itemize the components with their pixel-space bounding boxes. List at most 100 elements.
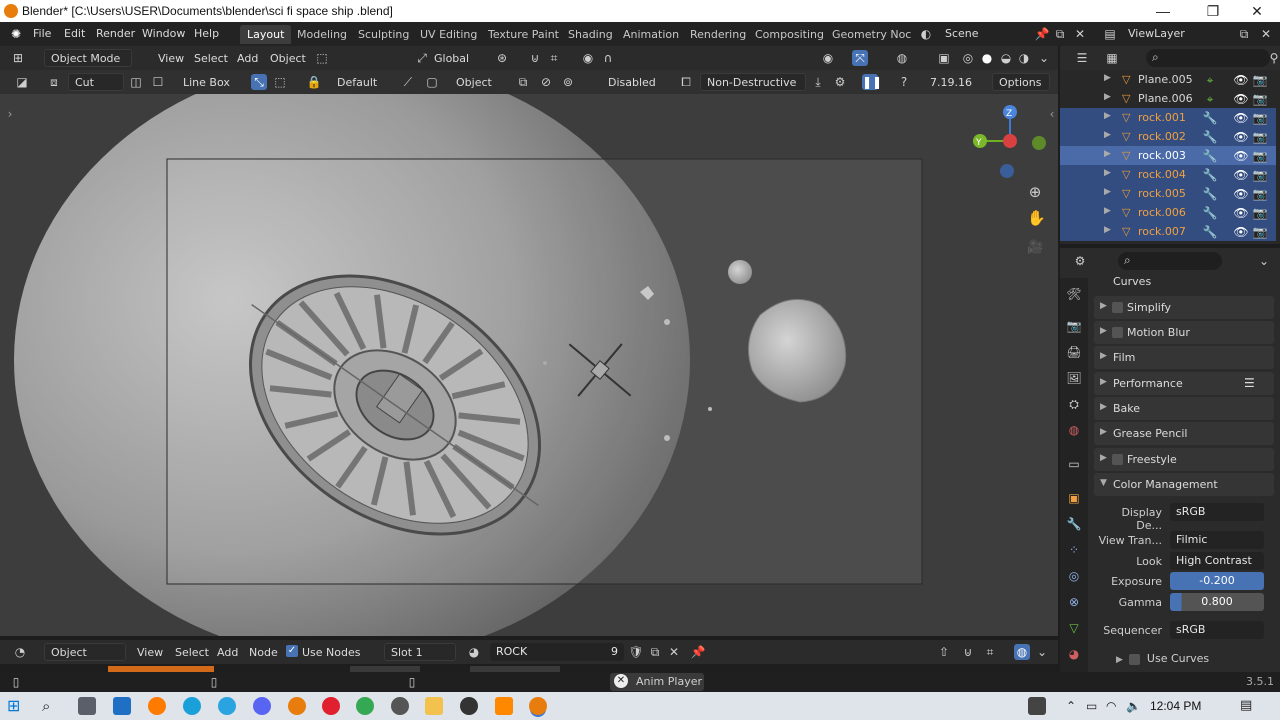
zoom-icon[interactable]: ⊕ xyxy=(1027,184,1043,200)
mask-icon[interactable]: ◫ xyxy=(128,74,144,90)
expand-arrow-icon[interactable]: ▶ xyxy=(1104,225,1111,235)
node-menu-view[interactable]: View xyxy=(137,646,163,659)
display-device-dropdown[interactable]: sRGB xyxy=(1170,503,1264,521)
close-button[interactable]: ✕ xyxy=(1234,1,1280,21)
menu-window[interactable]: Window xyxy=(142,27,185,40)
telegram-icon[interactable] xyxy=(218,697,236,715)
settings-gear-icon[interactable]: ⚙ xyxy=(832,74,848,90)
visibility-eye-icon[interactable]: 👁 xyxy=(1233,186,1249,202)
scene-selector[interactable]: Scene xyxy=(945,27,979,40)
scene-tab-icon[interactable]: ⛭ xyxy=(1066,396,1082,412)
array-icon[interactable]: ⧉ xyxy=(515,74,531,90)
output-tab-icon[interactable]: 🖨 xyxy=(1066,344,1082,360)
chrome-icon[interactable] xyxy=(356,697,374,715)
shape-label[interactable]: Line Box xyxy=(183,76,230,89)
modifier-icon[interactable]: ⌖ xyxy=(1202,72,1218,88)
menu-render[interactable]: Render xyxy=(96,27,135,40)
overlay-icon[interactable]: ◍ xyxy=(894,50,910,66)
shading-options-icon[interactable]: ⌄ xyxy=(1036,50,1052,66)
unlink-material-icon[interactable]: ✕ xyxy=(666,644,682,660)
3d-viewport[interactable]: Z Y › ‹ ⊕ ✋ 🎥 xyxy=(0,94,1058,636)
cancel-icon[interactable]: ✕ xyxy=(614,674,628,688)
tab-animation[interactable]: Animation xyxy=(616,25,686,44)
blender-taskbar-icon[interactable] xyxy=(288,697,306,715)
overlay-icon[interactable]: ◍ xyxy=(1014,644,1030,660)
panel-performance[interactable]: ▶ Performance ☰ xyxy=(1094,372,1274,395)
snap-icon[interactable]: ⊍ xyxy=(527,50,543,66)
panel-curves[interactable]: Curves xyxy=(1094,270,1274,293)
bevel-icon[interactable]: ⟋ xyxy=(400,74,416,90)
clock[interactable]: 12:04 PM xyxy=(1150,699,1201,713)
vlc-icon[interactable] xyxy=(495,697,513,715)
discord-icon[interactable] xyxy=(253,697,271,715)
circle-icon[interactable]: ⊚ xyxy=(560,74,576,90)
render-camera-icon[interactable]: 📷 xyxy=(1252,167,1268,183)
material-shading-icon[interactable]: ◒ xyxy=(998,50,1014,66)
mode-dropdown[interactable]: Object Mode xyxy=(44,49,132,67)
material-name-field[interactable]: ROCK 9 xyxy=(490,643,624,661)
visibility-eye-icon[interactable]: 👁 xyxy=(1233,91,1249,107)
visibility-eye-icon[interactable]: 👁 xyxy=(1233,110,1249,126)
visibility-eye-icon[interactable]: 👁 xyxy=(1233,205,1249,221)
view-transform-dropdown[interactable]: Filmic xyxy=(1170,531,1264,549)
origin-icon[interactable]: ⬚ xyxy=(272,74,288,90)
visibility-eye-icon[interactable]: 👁 xyxy=(1233,148,1249,164)
object-label[interactable]: Object xyxy=(456,76,492,89)
wrench-icon[interactable]: 🔧 xyxy=(1202,148,1218,164)
material-browse-icon[interactable]: ◕ xyxy=(466,644,482,660)
motion-blur-checkbox[interactable] xyxy=(1112,327,1123,338)
wrench-icon[interactable]: 🔧 xyxy=(1202,186,1218,202)
grid-snap-icon[interactable]: ⤡ xyxy=(251,74,267,90)
steam-icon[interactable] xyxy=(460,697,478,715)
disabled-label[interactable]: Disabled xyxy=(608,76,656,89)
wrench-icon[interactable]: 🔧 xyxy=(1202,205,1218,221)
expand-arrow-icon[interactable]: ▶ xyxy=(1104,73,1111,83)
viewport-menu-add[interactable]: Add xyxy=(237,52,258,65)
lock-icon[interactable]: 🔒 xyxy=(306,74,322,90)
node-editor-area[interactable] xyxy=(0,664,1058,672)
expand-arrow-icon[interactable]: ▶ xyxy=(1104,130,1111,140)
download-icon[interactable]: ⤓ xyxy=(810,74,826,90)
freestyle-checkbox[interactable] xyxy=(1112,454,1123,465)
gamma-slider[interactable]: 0.800 xyxy=(1170,593,1264,611)
windows-start-icon[interactable]: ⊞ xyxy=(7,697,25,715)
delete-scene-icon[interactable]: ✕ xyxy=(1072,26,1088,42)
opera-icon[interactable] xyxy=(322,697,340,715)
tab-modeling[interactable]: Modeling xyxy=(290,25,354,44)
apply-icon[interactable]: ⧠ xyxy=(678,74,694,90)
modifier-icon[interactable]: ⌖ xyxy=(1202,91,1218,107)
viewport-menu-object[interactable]: Object xyxy=(270,52,306,65)
snap-target-icon[interactable]: ⌗ xyxy=(982,644,998,660)
render-camera-icon[interactable]: 📷 xyxy=(1252,110,1268,126)
list-item[interactable]: ▶ ▽ rock.001 🔧 👁 📷 xyxy=(1060,108,1276,127)
task-view-icon[interactable] xyxy=(78,697,96,715)
parent-node-tree-icon[interactable]: ⇧ xyxy=(936,644,952,660)
object-tab-icon[interactable]: ▣ xyxy=(1066,490,1082,506)
panel-simplify[interactable]: ▶ Simplify xyxy=(1094,296,1274,319)
new-viewlayer-icon[interactable]: ⧉ xyxy=(1236,26,1252,42)
blender-active-taskbar-icon[interactable] xyxy=(529,697,547,715)
use-curves-checkbox[interactable] xyxy=(1129,653,1141,665)
collection-tab-icon[interactable]: ▭ xyxy=(1066,456,1082,472)
particles-tab-icon[interactable]: ⁘ xyxy=(1066,542,1082,558)
list-item[interactable]: ▶ ▽ rock.006 🔧 👁 📷 xyxy=(1060,203,1276,222)
tray-chevron-icon[interactable]: ⌃ xyxy=(1066,697,1084,715)
firefox-icon[interactable] xyxy=(148,697,166,715)
use-nodes-checkbox[interactable]: ✓ xyxy=(286,645,298,657)
render-tab-icon[interactable]: 📷 xyxy=(1066,318,1082,334)
viewlayer-selector[interactable]: ViewLayer xyxy=(1128,27,1185,40)
transform-orientation-icon[interactable]: ⤢ xyxy=(414,50,430,66)
mail-icon[interactable] xyxy=(113,697,131,715)
tab-compositing[interactable]: Compositing xyxy=(748,25,831,44)
wifi-icon[interactable]: ◠ xyxy=(1106,697,1124,715)
snap-node-icon[interactable]: ⊍ xyxy=(960,644,976,660)
shader-editor-icon[interactable]: ◔ xyxy=(12,644,28,660)
box-shape-icon[interactable]: ☐ xyxy=(150,74,166,90)
visibility-icon[interactable]: ◉ xyxy=(820,50,836,66)
visibility-eye-icon[interactable]: 👁 xyxy=(1233,167,1249,183)
look-dropdown[interactable]: High Contrast xyxy=(1170,552,1264,570)
cut-mode-icon[interactable]: ⧈ xyxy=(46,74,62,90)
sequencer-dropdown[interactable]: sRGB xyxy=(1170,621,1264,639)
expand-arrow-icon[interactable]: ▶ xyxy=(1104,168,1111,178)
shader-type-dropdown[interactable]: Object xyxy=(44,643,126,661)
